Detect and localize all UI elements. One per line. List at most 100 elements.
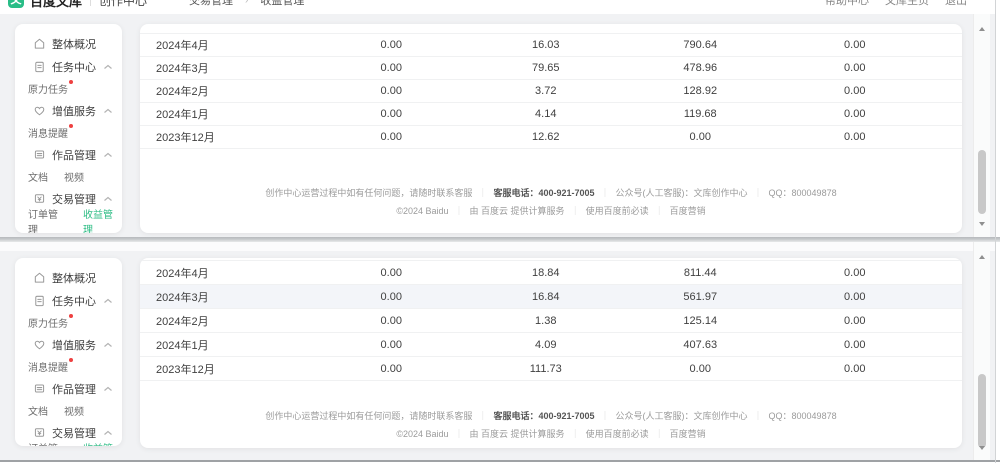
value-cell: 0.00	[778, 339, 933, 351]
sidebar-subitem-message-remind[interactable]: 消息提醒	[28, 359, 73, 374]
footer-separator: ｜	[601, 411, 610, 421]
topbar: 文 百度文库 创作中心 交易管理 › 收益管理 帮助中心 文库主页 退出	[0, 0, 995, 14]
month-cell: 2024年3月	[156, 60, 314, 76]
sidebar-item-value-services[interactable]: 增值服务	[15, 99, 122, 122]
task-icon	[32, 294, 46, 308]
table-row[interactable]: 2023年12月 0.00 12.62 0.00 0.00	[140, 126, 962, 149]
table-row[interactable]: 2023年12月 0.00 111.73 0.00 0.00	[140, 357, 962, 381]
footer-must-read-link[interactable]: 使用百度前必读	[586, 429, 649, 439]
value-cell: 0.00	[314, 339, 469, 351]
footer-must-read-link[interactable]: 使用百度前必读	[586, 206, 649, 216]
value-cell: 478.96	[623, 62, 778, 74]
scrollbar-track[interactable]	[973, 14, 990, 237]
footer-separator: ｜	[571, 206, 580, 216]
brand-title[interactable]: 百度文库	[30, 0, 82, 10]
sidebar-subitem-income[interactable]: 收益管理	[83, 440, 122, 447]
value-cell: 0.00	[314, 131, 469, 143]
chevron-up-icon[interactable]	[103, 152, 113, 158]
scrollbar-thumb[interactable]	[978, 374, 986, 448]
table-row[interactable]: 2024年2月 0.00 1.38 125.14 0.00	[140, 309, 962, 333]
footer-wechat: 公众号(人工客服)：文库创作中心	[616, 188, 748, 198]
value-cell: 0.00	[314, 267, 469, 279]
value-cell: 0.00	[778, 315, 933, 327]
sidebar-subitem-docs[interactable]: 文档	[28, 403, 48, 418]
chevron-up-icon[interactable]	[103, 342, 113, 348]
nav-item-income[interactable]: 收益管理	[260, 0, 304, 8]
footer-cloud-link[interactable]: 由 百度云 提供计算服务	[470, 429, 565, 439]
value-cell: 0.00	[314, 39, 469, 51]
sidebar-item-task-center[interactable]: 任务中心	[15, 289, 122, 312]
subitem-label: 消息提醒	[28, 129, 68, 140]
footer-marketing-link[interactable]: 百度营销	[670, 206, 706, 216]
sidebar-item-overview[interactable]: 整体概况	[15, 32, 122, 55]
table-row[interactable]: 2024年4月 0.00 18.84 811.44 0.00	[140, 261, 962, 285]
table-row[interactable]: 2024年1月 0.00 4.14 119.68 0.00	[140, 103, 962, 126]
topbar-links: 帮助中心 文库主页 退出	[825, 0, 967, 8]
footer-separator: ｜	[601, 188, 610, 198]
table-row[interactable]: 2024年1月 0.00 4.09 407.63 0.00	[140, 333, 962, 357]
footer-cloud-link[interactable]: 由 百度云 提供计算服务	[470, 206, 565, 216]
sidebar-item-value-services[interactable]: 增值服务	[15, 333, 122, 356]
sidebar-item-works[interactable]: 作品管理	[15, 143, 122, 166]
sidebar-item-label: 增值服务	[52, 103, 96, 119]
heart-icon	[32, 104, 46, 118]
month-cell: 2023年12月	[156, 361, 314, 377]
sidebar-subitem-docs[interactable]: 文档	[28, 169, 48, 184]
scrollbar-down-arrow[interactable]	[974, 219, 990, 229]
footer-help-text: 创作中心运营过程中如有任何问题，请随时联系客服	[265, 411, 472, 421]
value-cell: 0.00	[778, 39, 933, 51]
chevron-up-icon[interactable]	[103, 108, 113, 114]
sidebar-item-task-center[interactable]: 任务中心	[15, 55, 122, 78]
footer-separator: ｜	[754, 188, 763, 198]
table-row[interactable]: 2024年4月 0.00 16.03 790.64 0.00	[140, 34, 962, 57]
scrollbar-down-arrow[interactable]	[974, 443, 990, 453]
panel-top-strip	[0, 242, 995, 251]
footer-separator: ｜	[754, 411, 763, 421]
wenku-logo-icon[interactable]: 文	[8, 0, 24, 8]
sidebar-subitem-income[interactable]: 收益管理	[83, 206, 122, 234]
chevron-up-icon[interactable]	[103, 298, 113, 304]
value-cell: 79.65	[469, 62, 624, 74]
footer-phone: 客服电话：400-921-7005	[493, 188, 594, 198]
scrollbar-up-arrow[interactable]	[974, 252, 990, 262]
month-cell: 2024年2月	[156, 83, 314, 99]
scrollbar-thumb[interactable]	[978, 150, 986, 214]
logout-link[interactable]: 退出	[945, 0, 967, 8]
help-link[interactable]: 帮助中心	[825, 0, 869, 8]
value-cell: 128.92	[623, 85, 778, 97]
scrollbar-up-arrow[interactable]	[974, 24, 990, 34]
sidebar: 整体概况 任务中心 原力任务 增值服务	[15, 258, 122, 446]
sidebar-subitems-value: 消息提醒	[15, 122, 122, 143]
sidebar-subitem-videos[interactable]: 视频	[64, 403, 84, 418]
sidebar-item-works[interactable]: 作品管理	[15, 377, 122, 400]
chevron-up-icon[interactable]	[103, 386, 113, 392]
value-cell: 4.14	[469, 108, 624, 120]
income-table-card: 2024年4月 0.00 16.03 790.64 0.00 2024年3月 0…	[140, 24, 962, 233]
sidebar-subitem-orders[interactable]: 订单管理	[28, 206, 67, 234]
footer-separator: ｜	[655, 206, 664, 216]
scrollbar-track[interactable]	[973, 242, 990, 461]
table-row-highlighted[interactable]: 2024年3月 0.00 16.84 561.97 0.00	[140, 285, 962, 309]
sidebar-subitem-message-remind[interactable]: 消息提醒	[28, 125, 73, 140]
notification-dot	[69, 124, 73, 128]
table-row[interactable]: 2024年3月 0.00 79.65 478.96 0.00	[140, 57, 962, 80]
table-row[interactable]: 2024年2月 0.00 3.72 128.92 0.00	[140, 80, 962, 103]
footer-marketing-link[interactable]: 百度营销	[670, 429, 706, 439]
sidebar-item-overview[interactable]: 整体概况	[15, 266, 122, 289]
chevron-up-icon[interactable]	[103, 430, 113, 436]
footer-separator: ｜	[478, 411, 487, 421]
sidebar-subitem-orders[interactable]: 订单管理	[28, 440, 67, 447]
footer-separator: ｜	[478, 188, 487, 198]
sidebar-subitem-force-task[interactable]: 原力任务	[28, 315, 73, 330]
wenku-home-link[interactable]: 文库主页	[885, 0, 929, 8]
sidebar-subitem-force-task[interactable]: 原力任务	[28, 81, 73, 96]
month-cell: 2024年3月	[156, 289, 314, 305]
chevron-up-icon[interactable]	[103, 196, 113, 202]
chevron-up-icon[interactable]	[103, 64, 113, 70]
sidebar-subitems-value: 消息提醒	[15, 356, 122, 377]
sidebar-subitem-videos[interactable]: 视频	[64, 169, 84, 184]
value-cell: 12.62	[469, 131, 624, 143]
nav-item-trade[interactable]: 交易管理	[189, 0, 233, 8]
value-cell: 16.03	[469, 39, 624, 51]
window-right-edge	[995, 0, 996, 463]
